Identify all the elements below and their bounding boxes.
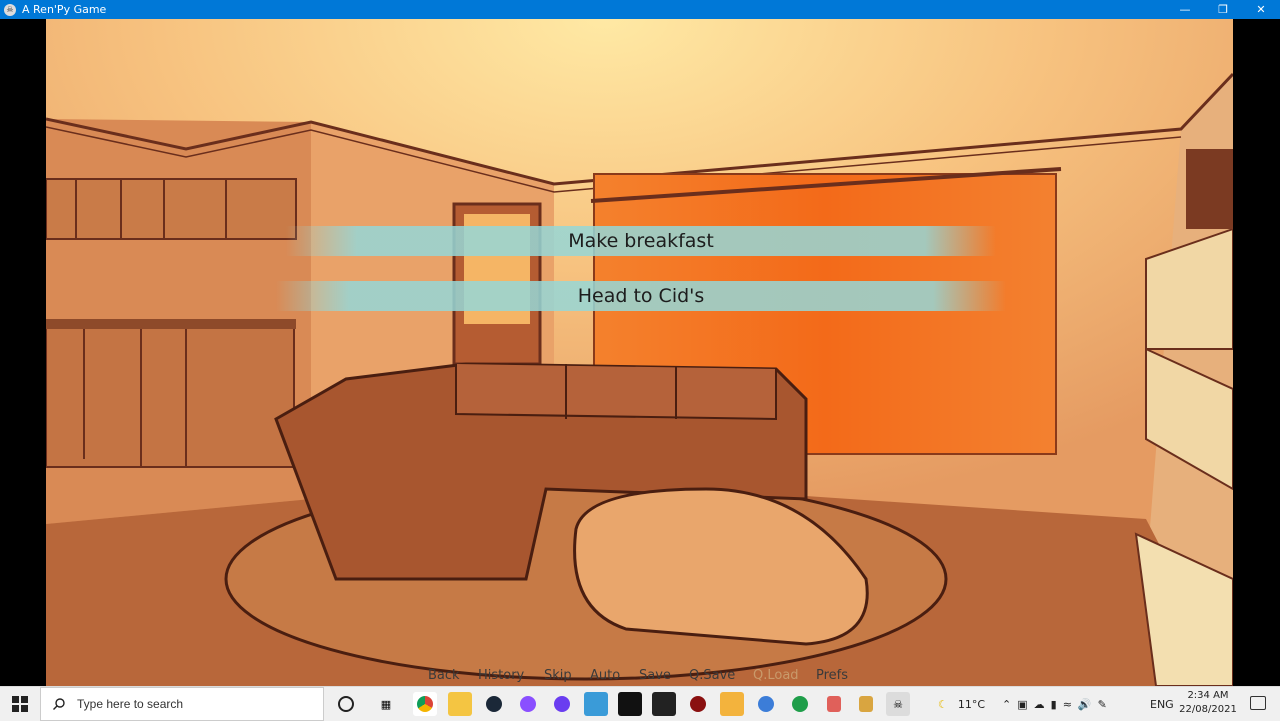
quick-menu-skip[interactable]: Skip — [544, 668, 572, 683]
taskbar-clock[interactable]: 2:34 AM 22/08/2021 — [1178, 689, 1238, 717]
quick-menu-history[interactable]: History — [478, 668, 524, 683]
living-room-background: Make breakfast Head to Cid's — [46, 19, 1233, 686]
windows-logo-icon — [12, 696, 28, 712]
choice-head-to-cids[interactable]: Head to Cid's — [276, 281, 1006, 311]
quick-menu-qsave[interactable]: Q.Save — [689, 668, 735, 683]
file-explorer-icon[interactable] — [448, 692, 472, 716]
minimize-button[interactable]: — — [1166, 0, 1204, 19]
renpy-app-icon: ☠ — [4, 3, 16, 16]
windows-start-button[interactable] — [0, 687, 40, 721]
chevron-up-icon[interactable]: ⌃ — [1002, 698, 1011, 711]
game-app-icon[interactable] — [822, 692, 846, 716]
cloud-icon[interactable]: ☁ — [1034, 698, 1045, 711]
app-dark-icon-2[interactable] — [652, 692, 676, 716]
green-app-icon[interactable] — [788, 692, 812, 716]
search-icon — [53, 698, 65, 710]
close-button[interactable]: ✕ — [1242, 0, 1280, 19]
task-view-icon[interactable]: ▦ — [374, 692, 398, 716]
game-viewport: Make breakfast Head to Cid's Back Histor… — [0, 19, 1280, 686]
red-app-icon[interactable] — [686, 692, 710, 716]
battery-icon[interactable]: ▮ — [1051, 698, 1057, 711]
system-tray-icons[interactable]: ⌃ ▣ ☁ ▮ ≈ 🔊 ✎ — [1002, 687, 1107, 721]
f-app-icon[interactable] — [720, 692, 744, 716]
weather-widget[interactable]: ☾ 11°C — [938, 687, 985, 721]
quick-menu-qload: Q.Load — [753, 668, 799, 683]
window-title: A Ren'Py Game — [22, 3, 107, 16]
app-dark-icon[interactable] — [618, 692, 642, 716]
game-app-icon-2[interactable] — [854, 692, 878, 716]
quick-menu-prefs[interactable]: Prefs — [816, 668, 848, 683]
clock-time: 2:34 AM — [1187, 690, 1229, 701]
headphones-app-icon[interactable] — [550, 692, 574, 716]
choice-make-breakfast[interactable]: Make breakfast — [286, 226, 996, 256]
window-title-bar: ☠ A Ren'Py Game — ❐ ✕ — [0, 0, 1280, 19]
notification-center-icon[interactable] — [1250, 696, 1266, 710]
search-input[interactable] — [75, 696, 309, 712]
clock-date: 22/08/2021 — [1179, 704, 1237, 715]
cortana-icon[interactable] — [334, 692, 358, 716]
volume-icon[interactable]: 🔊 — [1078, 698, 1092, 711]
renpy-taskbar-icon[interactable]: ☠ — [886, 692, 910, 716]
quick-menu: Back History Skip Auto Save Q.Save Q.Loa… — [0, 668, 1280, 686]
blue-app-icon[interactable] — [754, 692, 778, 716]
meet-icon[interactable]: ▣ — [1017, 698, 1027, 711]
moon-icon: ☾ — [938, 697, 948, 711]
maximize-button[interactable]: ❐ — [1204, 0, 1242, 19]
steam-icon[interactable] — [482, 692, 506, 716]
quick-menu-auto[interactable]: Auto — [590, 668, 620, 683]
chrome-icon[interactable] — [413, 692, 437, 716]
zoom-icon[interactable] — [584, 692, 608, 716]
language-indicator[interactable]: ENG — [1150, 687, 1174, 721]
taskbar-search-box[interactable] — [40, 687, 324, 721]
wifi-icon[interactable]: ≈ — [1063, 698, 1072, 711]
quick-menu-back[interactable]: Back — [428, 668, 460, 683]
pen-icon[interactable]: ✎ — [1098, 698, 1107, 711]
windows-taskbar: ▦ ☠ ☾ 11°C ⌃ ▣ ☁ ▮ ≈ 🔊 ✎ ENG — [0, 686, 1280, 721]
quick-menu-save[interactable]: Save — [639, 668, 671, 683]
messenger-icon[interactable] — [516, 692, 540, 716]
weather-temperature: 11°C — [957, 697, 986, 711]
